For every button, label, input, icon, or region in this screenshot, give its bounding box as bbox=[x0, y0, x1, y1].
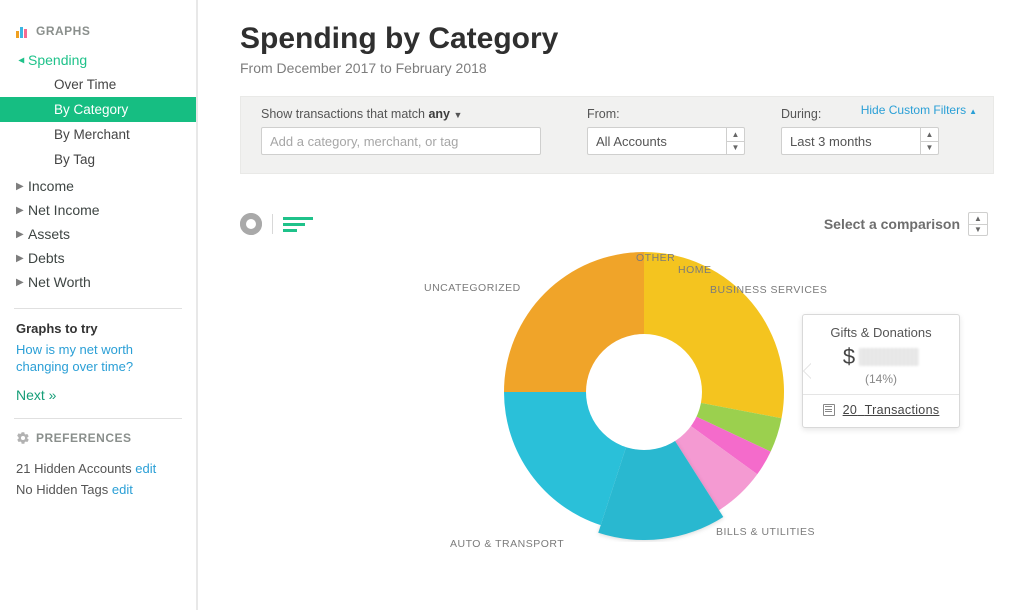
sidebar-item-net-income[interactable]: ▶ Net Income bbox=[0, 198, 196, 222]
graphs-header-label: GRAPHS bbox=[36, 24, 90, 38]
caret-right-icon: ▶ bbox=[16, 277, 24, 288]
tooltip-percent: (14%) bbox=[815, 372, 947, 386]
bar-view-icon[interactable] bbox=[283, 217, 313, 232]
sidebar-net-income-label: Net Income bbox=[28, 202, 100, 218]
from-value: All Accounts bbox=[596, 134, 736, 149]
hidden-accounts-text: 21 Hidden Accounts bbox=[16, 461, 132, 476]
hide-filters-text: Hide Custom Filters bbox=[861, 103, 966, 117]
hidden-tags-edit[interactable]: edit bbox=[112, 482, 133, 497]
divider bbox=[14, 418, 182, 419]
transactions-link[interactable]: 20 Transactions bbox=[843, 403, 940, 417]
hidden-tags-text: No Hidden Tags bbox=[16, 482, 108, 497]
match-input[interactable] bbox=[270, 134, 532, 149]
redacted-amount bbox=[859, 348, 919, 366]
match-mode: any bbox=[428, 107, 450, 121]
tooltip-category: Gifts & Donations bbox=[815, 325, 947, 340]
match-prefix: Show transactions that match bbox=[261, 107, 425, 121]
during-select[interactable]: Last 3 months ▲▼ bbox=[781, 127, 939, 155]
match-input-wrapper[interactable] bbox=[261, 127, 541, 155]
slice-tooltip: Gifts & Donations $ (14%) 20 Transaction… bbox=[802, 314, 960, 428]
hidden-accounts-edit[interactable]: edit bbox=[135, 461, 156, 476]
bar-chart-icon bbox=[16, 24, 30, 38]
graphs-to-try: Graphs to try How is my net worth changi… bbox=[0, 321, 196, 404]
page-title: Spending by Category bbox=[240, 22, 994, 56]
sidebar-spending-label: Spending bbox=[28, 52, 87, 68]
chart-area: UNCATEGORIZED OTHER HOME BUSINESS SERVIC… bbox=[240, 242, 994, 572]
caret-right-icon: ▶ bbox=[16, 253, 24, 264]
caret-down-icon: ▼ bbox=[15, 55, 26, 65]
sidebar-assets-label: Assets bbox=[28, 226, 70, 242]
sidebar-debts-label: Debts bbox=[28, 250, 65, 266]
chart-label-uncategorized: UNCATEGORIZED bbox=[424, 282, 521, 294]
preferences-header-label: PREFERENCES bbox=[36, 431, 132, 445]
gear-icon bbox=[16, 431, 30, 445]
preferences: 21 Hidden Accounts edit No Hidden Tags e… bbox=[0, 455, 196, 503]
sidebar-item-by-tag[interactable]: By Tag bbox=[0, 147, 196, 172]
chart-label-other: OTHER bbox=[636, 252, 675, 264]
transactions-label: Transactions bbox=[865, 403, 940, 417]
caret-right-icon: ▶ bbox=[16, 205, 24, 216]
pie-view-icon[interactable] bbox=[240, 213, 262, 235]
from-select[interactable]: All Accounts ▲▼ bbox=[587, 127, 745, 155]
during-value: Last 3 months bbox=[790, 134, 930, 149]
graphs-to-try-link[interactable]: How is my net worth changing over time? bbox=[16, 342, 180, 376]
divider bbox=[803, 394, 959, 395]
triangle-up-icon: ▲ bbox=[969, 107, 977, 116]
sidebar-item-assets[interactable]: ▶ Assets bbox=[0, 222, 196, 246]
hide-custom-filters-link[interactable]: Hide Custom Filters▲ bbox=[861, 103, 977, 117]
chart-label-business: BUSINESS SERVICES bbox=[710, 284, 827, 296]
stepper-icon[interactable]: ▲▼ bbox=[920, 128, 938, 154]
transactions-count: 20 bbox=[843, 403, 858, 417]
sidebar-item-by-category[interactable]: By Category bbox=[0, 97, 196, 122]
sidebar-net-worth-label: Net Worth bbox=[28, 274, 91, 290]
chart-toolbar: Select a comparison ▲▼ bbox=[240, 212, 994, 236]
caret-right-icon: ▶ bbox=[16, 229, 24, 240]
divider bbox=[272, 214, 273, 234]
sidebar-item-net-worth[interactable]: ▶ Net Worth bbox=[0, 270, 196, 294]
tooltip-currency: $ bbox=[843, 344, 855, 370]
comparison-label: Select a comparison bbox=[824, 216, 960, 232]
from-filter-label: From: bbox=[587, 107, 745, 121]
filter-bar: Hide Custom Filters▲ Show transactions t… bbox=[240, 96, 994, 174]
sidebar-graphs-header: GRAPHS bbox=[0, 20, 196, 48]
graphs-to-try-heading: Graphs to try bbox=[16, 321, 180, 336]
date-range: From December 2017 to February 2018 bbox=[240, 60, 994, 76]
match-filter-label[interactable]: Show transactions that match any ▼ bbox=[261, 107, 541, 121]
comparison-selector[interactable]: Select a comparison ▲▼ bbox=[824, 212, 988, 236]
sidebar-preferences-header: PREFERENCES bbox=[0, 431, 196, 455]
list-icon bbox=[823, 404, 835, 416]
chart-label-home: HOME bbox=[678, 264, 712, 276]
caret-right-icon: ▶ bbox=[16, 181, 24, 192]
sidebar-item-over-time[interactable]: Over Time bbox=[0, 72, 196, 97]
sidebar-item-debts[interactable]: ▶ Debts bbox=[0, 246, 196, 270]
tooltip-transactions[interactable]: 20 Transactions bbox=[815, 403, 947, 417]
graphs-to-try-next[interactable]: Next » bbox=[16, 386, 180, 404]
sidebar-item-by-merchant[interactable]: By Merchant bbox=[0, 122, 196, 147]
sidebar-item-spending[interactable]: ▼ Spending bbox=[0, 48, 196, 72]
stepper-icon[interactable]: ▲▼ bbox=[968, 212, 988, 236]
divider bbox=[14, 308, 182, 309]
sidebar: GRAPHS ▼ Spending Over Time By Category … bbox=[0, 0, 198, 610]
main-content: Spending by Category From December 2017 … bbox=[198, 0, 1024, 610]
stepper-icon[interactable]: ▲▼ bbox=[726, 128, 744, 154]
chart-label-bills: BILLS & UTILITIES bbox=[716, 526, 815, 538]
sidebar-item-income[interactable]: ▶ Income bbox=[0, 174, 196, 198]
sidebar-income-label: Income bbox=[28, 178, 74, 194]
chart-label-auto: AUTO & TRANSPORT bbox=[450, 538, 564, 550]
chevron-down-icon: ▼ bbox=[454, 110, 463, 120]
